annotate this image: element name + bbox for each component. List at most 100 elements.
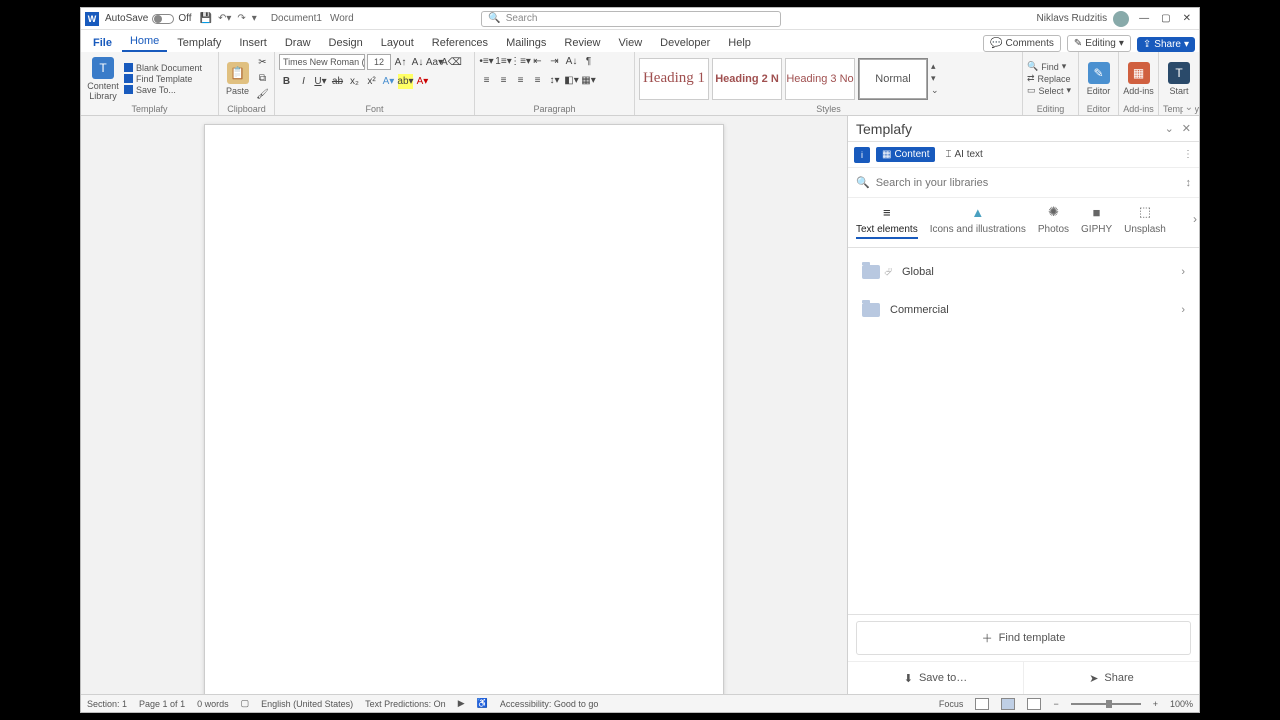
line-spacing-icon[interactable]: ↕▾ xyxy=(547,73,562,88)
editor-button[interactable]: ✎Editor xyxy=(1083,56,1114,102)
sort-icon[interactable]: ↕ xyxy=(1186,177,1192,189)
focus-mode-button[interactable]: Focus xyxy=(939,699,964,709)
info-icon[interactable]: i xyxy=(854,147,870,163)
collapse-ribbon-icon[interactable]: ⌄ xyxy=(1183,102,1195,113)
save-icon[interactable]: 💾 xyxy=(200,13,212,24)
pane-save-to-button[interactable]: ⬇ Save to… xyxy=(848,662,1024,694)
page[interactable] xyxy=(204,124,724,694)
italic-icon[interactable]: I xyxy=(296,74,311,89)
tab-templafy[interactable]: Templafy xyxy=(169,34,229,52)
font-size-select[interactable]: 12 xyxy=(367,54,391,70)
status-language[interactable]: English (United States) xyxy=(261,699,353,709)
status-predictions[interactable]: Text Predictions: On xyxy=(365,699,446,709)
align-center-icon[interactable]: ≡ xyxy=(496,73,511,88)
tab-view[interactable]: View xyxy=(611,34,651,52)
increase-indent-icon[interactable]: ⇥ xyxy=(547,54,562,69)
style-heading2[interactable]: Heading 2 N xyxy=(712,58,782,100)
tab-insert[interactable]: Insert xyxy=(231,34,275,52)
addins-button[interactable]: ▦Add-ins xyxy=(1123,56,1154,102)
tab-layout[interactable]: Layout xyxy=(373,34,422,52)
find-template-button[interactable]: ＋ Find template xyxy=(856,621,1191,655)
select-button[interactable]: ▭Select▾ xyxy=(1027,85,1071,96)
close-button[interactable]: ✕ xyxy=(1183,13,1191,24)
format-painter-icon[interactable]: 🖌 xyxy=(255,87,270,102)
underline-icon[interactable]: U▾ xyxy=(313,74,328,89)
pane-share-button[interactable]: ➤ Share xyxy=(1024,662,1199,694)
editing-mode-button[interactable]: ✎Editing▾ xyxy=(1067,35,1131,52)
superscript-icon[interactable]: x² xyxy=(364,74,379,89)
strikethrough-icon[interactable]: ab xyxy=(330,74,345,89)
autosave-toggle[interactable]: AutoSave Off xyxy=(105,13,192,24)
tab-mailings[interactable]: Mailings xyxy=(498,34,554,52)
paste-button[interactable]: 📋 Paste xyxy=(223,56,252,102)
styles-gallery-more[interactable]: ▴▾⌄ xyxy=(931,61,939,96)
status-page[interactable]: Page 1 of 1 xyxy=(139,699,185,709)
comments-button[interactable]: 💬Comments xyxy=(983,35,1061,52)
tab-giphy[interactable]: ■ GIPHY xyxy=(1075,204,1118,235)
zoom-level[interactable]: 100% xyxy=(1170,699,1193,709)
font-color-icon[interactable]: A▾ xyxy=(415,74,430,89)
align-right-icon[interactable]: ≡ xyxy=(513,73,528,88)
tab-home[interactable]: Home xyxy=(122,32,167,52)
folder-commercial[interactable]: Commercial › xyxy=(854,292,1193,328)
minimize-button[interactable]: — xyxy=(1139,13,1149,24)
tab-photos[interactable]: ✺ Photos xyxy=(1032,204,1075,235)
pane-collapse-icon[interactable]: ⌄ xyxy=(1165,122,1174,135)
replace-button[interactable]: ⇄Replace xyxy=(1027,73,1071,84)
align-left-icon[interactable]: ≡ xyxy=(479,73,494,88)
sort-icon[interactable]: A↓ xyxy=(564,54,579,69)
cut-icon[interactable]: ✂ xyxy=(255,55,270,70)
subscript-icon[interactable]: x₂ xyxy=(347,74,362,89)
shading-icon[interactable]: ◧▾ xyxy=(564,73,579,88)
content-segment[interactable]: ▦Content xyxy=(876,147,935,162)
tabs-next-icon[interactable]: › xyxy=(1193,212,1197,226)
style-heading1[interactable]: Heading 1 xyxy=(639,58,709,100)
bold-icon[interactable]: B xyxy=(279,74,294,89)
macro-icon[interactable]: ▶ xyxy=(458,698,465,709)
tab-text-elements[interactable]: ≡ Text elements xyxy=(850,204,924,239)
justify-icon[interactable]: ≡ xyxy=(530,73,545,88)
highlight-icon[interactable]: ab▾ xyxy=(398,74,413,89)
print-layout-icon[interactable] xyxy=(1001,698,1015,710)
status-words[interactable]: 0 words xyxy=(197,699,229,709)
change-case-icon[interactable]: Aa▾ xyxy=(427,55,442,70)
web-layout-icon[interactable] xyxy=(1027,698,1041,710)
style-normal[interactable]: Normal xyxy=(858,58,928,100)
tab-references[interactable]: References xyxy=(424,34,496,52)
numbering-icon[interactable]: 1≡▾ xyxy=(496,54,511,69)
tab-file[interactable]: File xyxy=(85,34,120,52)
tab-design[interactable]: Design xyxy=(321,34,371,52)
decrease-indent-icon[interactable]: ⇤ xyxy=(530,54,545,69)
text-effects-icon[interactable]: A▾ xyxy=(381,74,396,89)
user-account[interactable]: Niklavs Rudzitis xyxy=(1037,11,1130,27)
spellcheck-icon[interactable]: ▢ xyxy=(241,698,250,709)
style-heading3[interactable]: Heading 3 No xyxy=(785,58,855,100)
read-mode-icon[interactable] xyxy=(975,698,989,710)
library-search-input[interactable] xyxy=(876,177,1180,189)
folder-global[interactable]: ⮰ Global › xyxy=(854,254,1193,290)
shrink-font-icon[interactable]: A↓ xyxy=(410,55,425,70)
maximize-button[interactable]: ▢ xyxy=(1161,13,1170,24)
find-template-button[interactable]: Find Template xyxy=(124,74,202,84)
content-library-button[interactable]: T Content Library xyxy=(85,56,121,102)
blank-document-button[interactable]: Blank Document xyxy=(124,63,202,73)
tab-draw[interactable]: Draw xyxy=(277,34,319,52)
grow-font-icon[interactable]: A↑ xyxy=(393,55,408,70)
ai-text-segment[interactable]: ⌶AI text xyxy=(941,147,986,162)
multilevel-icon[interactable]: ⋮≡▾ xyxy=(513,54,528,69)
templafy-start-button[interactable]: TStart xyxy=(1163,56,1195,102)
save-to-button[interactable]: Save To... xyxy=(124,85,202,95)
tab-help[interactable]: Help xyxy=(720,34,759,52)
pane-more-icon[interactable]: ⋮ xyxy=(1183,149,1193,160)
bullets-icon[interactable]: •≡▾ xyxy=(479,54,494,69)
undo-icon[interactable]: ↶▾ xyxy=(218,13,231,24)
show-marks-icon[interactable]: ¶ xyxy=(581,54,596,69)
zoom-out-icon[interactable]: − xyxy=(1053,699,1058,709)
tab-developer[interactable]: Developer xyxy=(652,34,718,52)
document-canvas[interactable] xyxy=(81,116,847,694)
status-accessibility[interactable]: Accessibility: Good to go xyxy=(500,699,599,709)
clear-format-icon[interactable]: A⌫ xyxy=(444,55,459,70)
copy-icon[interactable]: ⧉ xyxy=(255,71,270,86)
tab-unsplash[interactable]: ⬚ Unsplash xyxy=(1118,204,1172,235)
borders-icon[interactable]: ▦▾ xyxy=(581,73,596,88)
